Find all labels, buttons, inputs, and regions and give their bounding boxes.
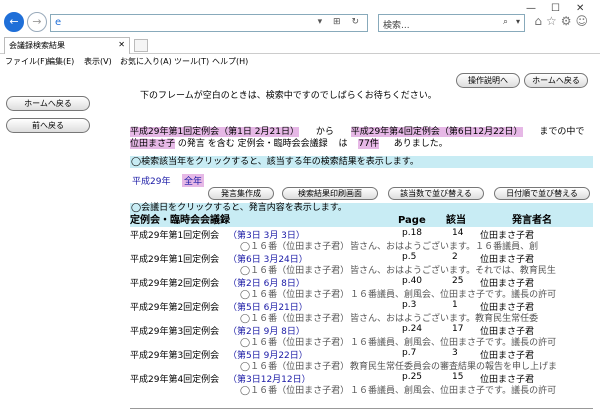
summary-line-2: 位田まさ子 の発言 を含む 定例会・臨時会会議録 は 77件 ありました。: [130, 136, 448, 149]
row-snippet: １６番議員、創風会、位田まさ子です。議長の許可: [350, 290, 557, 300]
header-session: 定例会・臨時会会議録: [130, 215, 230, 226]
search-icon[interactable]: ⌕: [503, 17, 508, 27]
row-snippet: 教育民生常任委員会の審査結果の報告を申し上げま: [350, 362, 558, 372]
table-row: 平成29年第1回定例会 （第3日 3月 3日） p.18 14 位田まさ子君 ◯…: [130, 228, 593, 252]
smiley-icon[interactable]: ☺: [575, 14, 592, 28]
row-who: ◯１６番（位田まさ子君）: [240, 242, 350, 252]
table-header: 定例会・臨時会会議録 Page 該当 発言者名: [130, 214, 593, 227]
row-session: 平成29年第1回定例会: [130, 255, 220, 265]
row-page: p.40: [402, 276, 423, 286]
menu-edit[interactable]: 編集(E): [47, 56, 74, 67]
row-session: 平成29年第4回定例会: [130, 375, 220, 385]
sort-by-count-button[interactable]: 該当数で並び替える: [388, 187, 484, 200]
row-page: p.24: [402, 324, 423, 334]
row-session: 平成29年第1回定例会: [130, 231, 220, 241]
row-page: p.5: [402, 252, 417, 262]
menu-view[interactable]: 表示(V): [84, 56, 112, 67]
row-who: ◯１６番（位田まさ子君）: [240, 362, 350, 372]
forward-arrow-icon[interactable]: →: [27, 12, 47, 32]
favorites-icon[interactable]: ☆: [546, 14, 561, 28]
row-snippet: 皆さん、おはようございます。それでは、教育民生: [350, 266, 556, 276]
table-row: 平成29年第4回定例会 （第3日12月12日） p.25 15 位田まさ子君 ◯…: [130, 372, 593, 396]
search-input[interactable]: 検索... ⌕ ▾: [378, 14, 525, 32]
day-instruction: ◯会議日をクリックすると、発言内容を表示します。: [130, 203, 593, 214]
year-link-h29[interactable]: 平成29年: [132, 174, 170, 187]
tab-title: 会議録検索結果: [9, 41, 65, 50]
header-speaker: 発言者名: [512, 215, 552, 226]
speech-create-button[interactable]: 発言集作成: [208, 187, 274, 200]
tab-bar: 会議録検索結果 ✕: [0, 36, 600, 54]
speaker-name: 位田まさ子: [130, 139, 176, 149]
row-page: p.3: [402, 300, 417, 310]
table-row: 平成29年第2回定例会 （第5日 6月21日） p.3 1 位田まさ子君 ◯１６…: [130, 300, 593, 324]
menu-file[interactable]: ファイル(F): [5, 56, 48, 67]
minimize-icon[interactable]: —: [526, 3, 536, 14]
row-session: 平成29年第2回定例会: [130, 303, 220, 313]
row-snippet: 皆さん、おはようございます。教育民生常任委: [350, 314, 539, 324]
year-instruction: ◯検索該当年をクリックすると、該当する年の検索結果を表示します。: [130, 156, 593, 168]
row-who: ◯１６番（位田まさ子君）: [240, 338, 350, 348]
menu-bar: ファイル(F) 編集(E) 表示(V) お気に入り(A) ツール(T) ヘルプ(…: [0, 54, 600, 68]
table-row: 平成29年第3回定例会 （第2日 9月 8日） p.24 17 位田まさ子君 ◯…: [130, 324, 593, 348]
year-link-all[interactable]: 全年: [182, 174, 205, 187]
row-who: ◯１６番（位田まさ子君）: [240, 314, 350, 324]
menu-tools[interactable]: ツール(T): [174, 56, 209, 67]
tab-active[interactable]: 会議録検索結果 ✕: [4, 37, 130, 54]
row-hits: 17: [452, 324, 464, 334]
summary-text: の発言 を含む 定例会・臨時会会議録: [177, 139, 328, 149]
row-page: p.25: [402, 372, 423, 382]
header-hits: 該当: [446, 215, 466, 226]
row-hits: 25: [452, 276, 464, 286]
row-who: ◯１６番（位田まさ子君）: [240, 266, 350, 276]
back-arrow-icon[interactable]: ←: [4, 12, 24, 32]
address-tools-icon[interactable]: ▾ ⊞ ↻: [318, 17, 363, 27]
row-hits: 1: [452, 300, 458, 310]
row-session: 平成29年第3回定例会: [130, 351, 220, 361]
header-page: Page: [398, 215, 426, 226]
row-session: 平成29年第3回定例会: [130, 327, 220, 337]
sort-by-date-button[interactable]: 日付順で並び替える: [494, 187, 590, 200]
home-top-button[interactable]: ホームへ戻る: [524, 73, 588, 88]
page-content: ホームへ戻る 前へ戻る 操作説明へ ホームへ戻る 下のフレームが空白のときは、検…: [0, 68, 600, 420]
row-page: p.7: [402, 348, 417, 358]
made-label: までの中で: [539, 127, 585, 137]
help-button[interactable]: 操作説明へ: [456, 73, 520, 88]
table-divider: [130, 408, 593, 409]
page-icon: e: [55, 17, 62, 28]
row-snippet: 皆さん、おはようございます。１６番議員、創: [350, 242, 539, 252]
wa-label: は: [338, 139, 348, 149]
address-bar[interactable]: e ▾ ⊞ ↻: [50, 14, 368, 32]
table-row: 平成29年第3回定例会 （第5日 9月22日） p.7 3 位田まさ子君 ◯１６…: [130, 348, 593, 372]
table-row: 平成29年第2回定例会 （第2日 6月 8日） p.40 25 位田まさ子君 ◯…: [130, 276, 593, 300]
close-tab-icon[interactable]: ✕: [118, 40, 125, 49]
toolbar-icons: ⌂☆⚙☺: [534, 14, 592, 28]
result-count: 77件: [358, 139, 379, 149]
row-hits: 15: [452, 372, 464, 382]
search-placeholder: 検索...: [383, 21, 410, 31]
gear-icon[interactable]: ⚙: [561, 14, 576, 28]
maximize-icon[interactable]: ☐: [551, 3, 560, 14]
home-button[interactable]: ホームへ戻る: [6, 96, 90, 111]
row-page: p.18: [402, 228, 423, 238]
summary-end: ありました。: [393, 139, 448, 149]
row-snippet: １６番議員、創風会、位田まさ子です。議長の許可: [350, 338, 557, 348]
menu-help[interactable]: ヘルプ(H): [212, 56, 248, 67]
table-row: 平成29年第1回定例会 （第6日 3月24日） p.5 2 位田まさ子君 ◯１６…: [130, 252, 593, 276]
new-tab-button[interactable]: [134, 39, 148, 52]
back-button[interactable]: 前へ戻る: [6, 118, 90, 133]
row-hits: 14: [452, 228, 464, 238]
row-who: ◯１６番（位田まさ子君）: [240, 386, 350, 396]
browser-chrome: — ☐ ✕ ← → e ▾ ⊞ ↻ 検索... ⌕ ▾ ⌂☆⚙☺: [0, 0, 600, 36]
row-hits: 2: [452, 252, 458, 262]
row-who: ◯１６番（位田まさ子君）: [240, 290, 350, 300]
home-icon[interactable]: ⌂: [534, 14, 546, 28]
close-icon[interactable]: ✕: [576, 3, 584, 14]
print-button[interactable]: 検索結果印刷画面: [282, 187, 378, 200]
notice-text: 下のフレームが空白のときは、検索中ですのでしばらくお待ちください。: [140, 91, 437, 101]
row-hits: 3: [452, 348, 458, 358]
row-snippet: １６番議員、創風会、位田まさ子です。議長の許可: [350, 386, 557, 396]
menu-favorites[interactable]: お気に入り(A): [120, 56, 172, 67]
chevron-down-icon[interactable]: ▾: [516, 17, 520, 26]
row-session: 平成29年第2回定例会: [130, 279, 220, 289]
